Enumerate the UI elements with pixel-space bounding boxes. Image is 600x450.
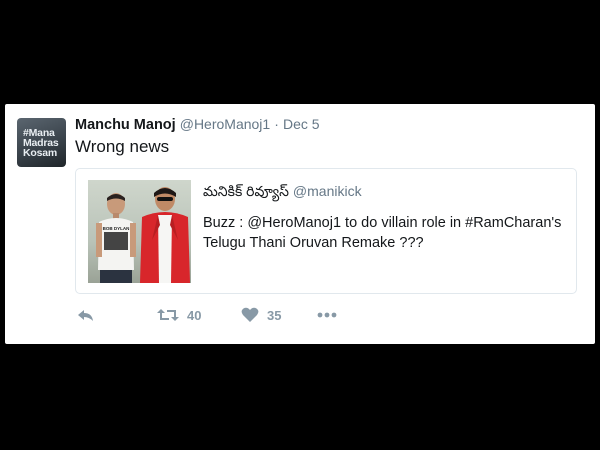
like-button[interactable]: 35 bbox=[241, 307, 281, 323]
quoted-tweet-header: మనికిక్ రివ్యూస్ @manikick bbox=[203, 183, 362, 203]
avatar-line-3: Kosam bbox=[23, 146, 58, 159]
avatar-line-1: #Mana bbox=[23, 126, 55, 139]
heart-icon bbox=[241, 307, 259, 322]
retweet-count: 40 bbox=[187, 307, 202, 323]
tweet-date[interactable]: Dec 5 bbox=[283, 116, 320, 132]
shirt-print-text: BOB DYLAN bbox=[103, 226, 130, 231]
author-name[interactable]: Manchu Manoj bbox=[75, 117, 176, 133]
separator: · bbox=[274, 116, 279, 132]
tweet-text: Wrong news bbox=[75, 137, 170, 156]
person-left-figure: BOB DYLAN bbox=[96, 193, 136, 283]
more-icon bbox=[317, 312, 337, 318]
quoted-tweet[interactable]: BOB DYLAN మనికిక్ రివ్యూస్ @manikick Buz… bbox=[75, 168, 577, 294]
reply-icon bbox=[78, 310, 93, 321]
quoted-tweet-text: Buzz : @HeroManoj1 to do villain role in… bbox=[203, 215, 562, 251]
quoted-tweet-image: BOB DYLAN bbox=[88, 180, 191, 283]
person-right-figure bbox=[140, 187, 190, 283]
tweet-actions: 40 35 bbox=[75, 304, 375, 326]
quoted-author-handle[interactable]: @manikick bbox=[293, 183, 362, 199]
quoted-author-name[interactable]: మనికిక్ రివ్యూస్ bbox=[203, 183, 289, 199]
avatar[interactable]: #Mana Madras Kosam bbox=[17, 118, 66, 167]
retweet-button[interactable]: 40 bbox=[157, 307, 201, 323]
tweet-header: Manchu Manoj @HeroManoj1 · Dec 5 bbox=[75, 116, 320, 133]
author-handle[interactable]: @HeroManoj1 bbox=[180, 116, 270, 132]
more-button[interactable] bbox=[317, 307, 337, 323]
reply-button[interactable] bbox=[77, 307, 95, 323]
like-count: 35 bbox=[267, 307, 282, 323]
avatar-line-2: Madras bbox=[23, 136, 59, 149]
tweet-card[interactable]: #Mana Madras Kosam Manchu Manoj @HeroMan… bbox=[5, 104, 595, 344]
retweet-icon bbox=[157, 309, 179, 321]
